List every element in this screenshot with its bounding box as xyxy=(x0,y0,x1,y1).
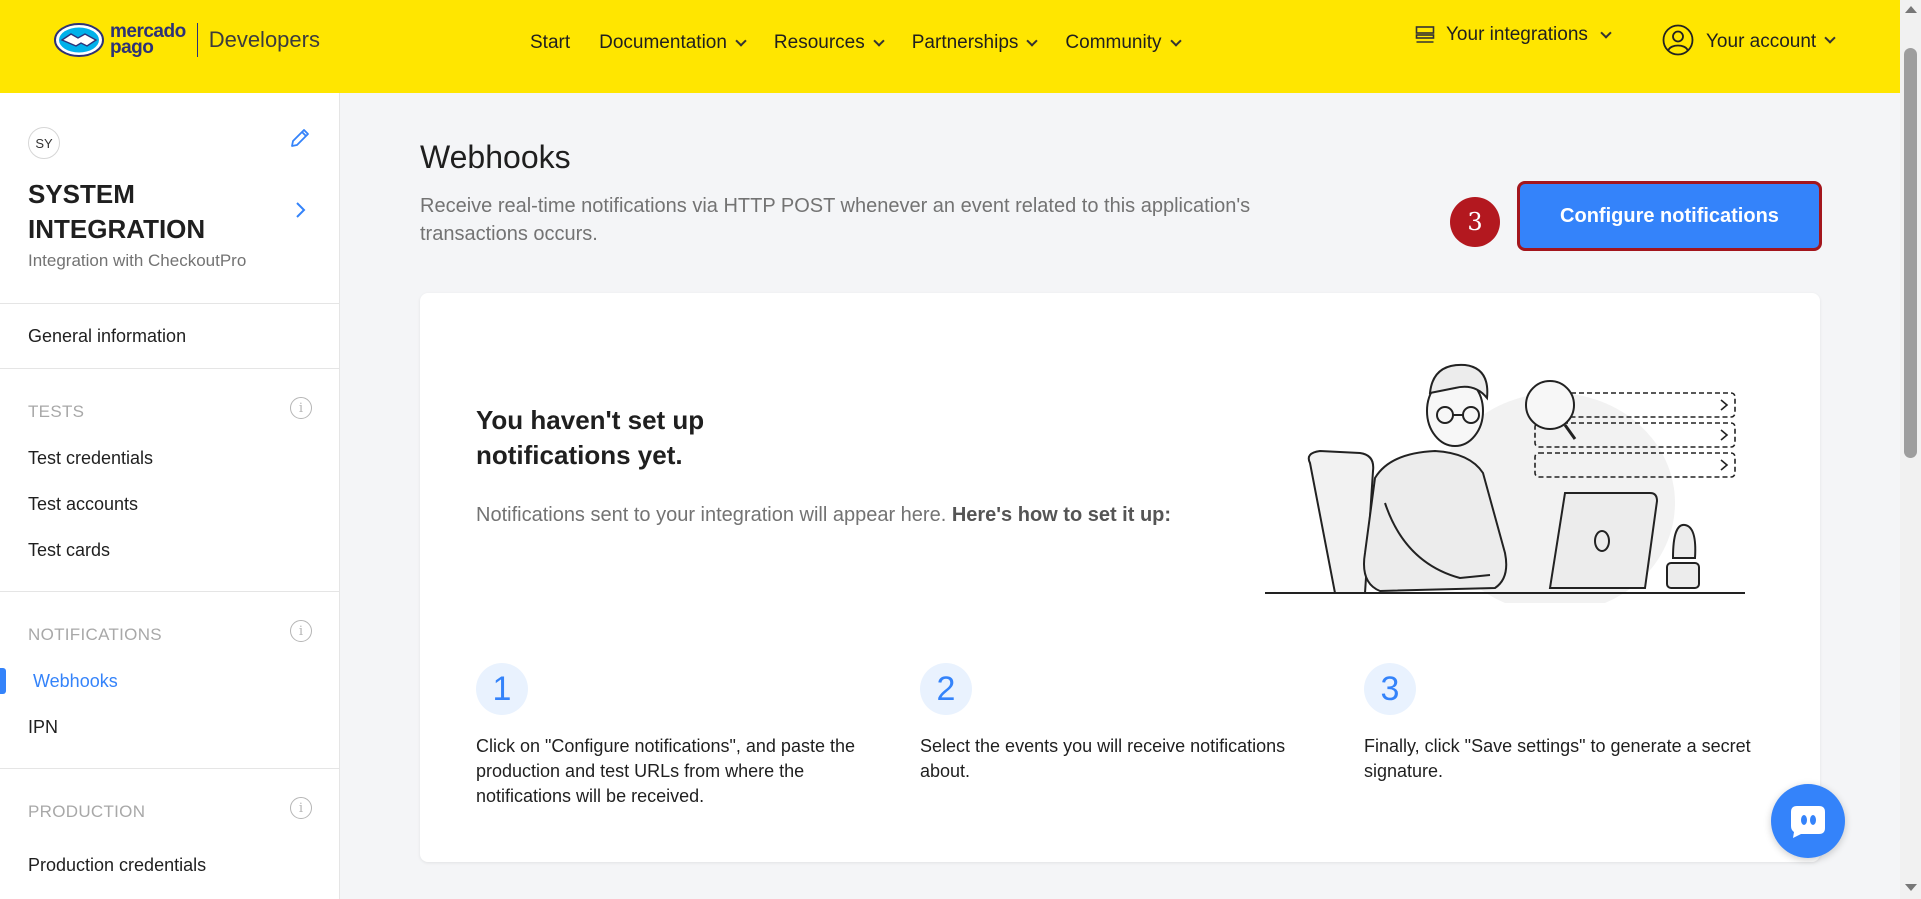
sidebar-item-ipn[interactable]: IPN xyxy=(28,717,58,738)
handshake-logo-icon xyxy=(54,23,104,57)
user-avatar-icon xyxy=(1662,24,1694,56)
your-integrations-label: Your integrations xyxy=(1446,24,1588,45)
mercado-pago-logo[interactable]: mercado pago Developers xyxy=(54,22,320,58)
chevron-down-icon xyxy=(1824,31,1836,44)
step-2: 2 Select the events you will receive not… xyxy=(920,663,1310,784)
sidebar: SY SYSTEM INTEGRATION Integration with C… xyxy=(0,93,340,899)
empty-state-text: Notifications sent to your integration w… xyxy=(476,504,947,526)
sidebar-divider xyxy=(0,591,340,592)
nav-partnerships[interactable]: Partnerships xyxy=(911,32,1039,54)
nav-documentation[interactable]: Documentation xyxy=(599,32,747,54)
configure-notifications-button[interactable]: Configure notifications xyxy=(1517,181,1822,251)
page-description: Receive real-time notifications via HTTP… xyxy=(420,195,1251,245)
logo-wordmark: mercado pago xyxy=(110,22,186,58)
chevron-down-icon xyxy=(1600,26,1612,39)
sidebar-item-test-credentials[interactable]: Test credentials xyxy=(28,448,153,469)
step-number-badge: 3 xyxy=(1450,197,1500,247)
empty-state-title: You haven't set up notifications yet. xyxy=(476,405,705,470)
nav-resources[interactable]: Resources xyxy=(773,32,885,54)
sidebar-item-webhooks[interactable]: Webhooks xyxy=(33,671,118,692)
integrations-icon xyxy=(1415,26,1435,43)
info-icon[interactable]: i xyxy=(290,620,312,642)
scrollbar-thumb[interactable] xyxy=(1904,48,1917,458)
logo-divider xyxy=(196,23,198,57)
step-3-number: 3 xyxy=(1364,663,1416,715)
app-avatar: SY xyxy=(28,127,60,159)
nav-resources-label: Resources xyxy=(773,32,865,53)
step-1: 1 Click on "Configure notifications", an… xyxy=(476,663,866,809)
step-3-text: Finally, click "Save settings" to genera… xyxy=(1364,736,1751,781)
chevron-down-icon xyxy=(873,34,885,47)
nav-community-label: Community xyxy=(1065,32,1162,53)
sidebar-item-test-cards[interactable]: Test cards xyxy=(28,540,110,561)
chevron-down-icon xyxy=(735,34,747,47)
nav-documentation-label: Documentation xyxy=(599,32,727,53)
step-1-number: 1 xyxy=(476,663,528,715)
scroll-down-arrow-icon[interactable] xyxy=(1905,884,1917,891)
chevron-down-icon xyxy=(1169,34,1182,47)
active-indicator xyxy=(0,668,6,694)
sidebar-item-test-accounts[interactable]: Test accounts xyxy=(28,494,138,515)
chat-assistant-button[interactable] xyxy=(1771,784,1845,858)
section-tests-label: TESTS xyxy=(28,402,85,421)
empty-state-description: Notifications sent to your integration w… xyxy=(476,501,1196,529)
your-account-label: Your account xyxy=(1706,31,1817,52)
info-icon[interactable]: i xyxy=(290,397,312,419)
info-icon[interactable]: i xyxy=(290,797,312,819)
app-name: SYSTEM INTEGRATION xyxy=(28,179,206,244)
section-production-label: PRODUCTION xyxy=(28,802,146,821)
edit-pencil-icon[interactable] xyxy=(289,127,311,149)
page-scrollbar[interactable] xyxy=(1900,0,1921,899)
developers-label: Developers xyxy=(208,27,320,52)
empty-state-card: You haven't set up notifications yet. No… xyxy=(420,293,1820,862)
section-notifications-label: NOTIFICATIONS xyxy=(28,625,162,644)
sidebar-item-general-information[interactable]: General information xyxy=(28,326,186,347)
your-integrations-menu[interactable]: Your integrations xyxy=(1415,24,1612,46)
step-3: 3 Finally, click "Save settings" to gene… xyxy=(1364,663,1754,784)
scroll-up-arrow-icon[interactable] xyxy=(1905,6,1917,13)
step-1-text: Click on "Configure notifications", and … xyxy=(476,736,855,806)
nav-community[interactable]: Community xyxy=(1065,32,1182,54)
sidebar-item-production-credentials[interactable]: Production credentials xyxy=(28,855,206,876)
logo-line2: pago xyxy=(110,37,154,58)
nav-start-label: Start xyxy=(530,32,571,53)
main-nav: Start Documentation Resources Partnershi… xyxy=(530,32,1209,54)
app-description: Integration with CheckoutPro xyxy=(28,251,247,270)
chatbot-icon xyxy=(1791,806,1825,838)
chevron-right-icon[interactable] xyxy=(294,200,308,220)
top-header: mercado pago Developers Start Documentat… xyxy=(0,0,1900,93)
page-title: Webhooks xyxy=(420,139,571,175)
empty-state-bold-text: Here's how to set it up: xyxy=(951,504,1172,526)
sidebar-divider xyxy=(0,303,340,304)
step-2-number: 2 xyxy=(920,663,972,715)
chevron-down-icon xyxy=(1026,34,1039,47)
your-account-menu[interactable]: Your account xyxy=(1662,24,1836,56)
step-2-text: Select the events you will receive notif… xyxy=(920,736,1286,781)
sidebar-divider xyxy=(0,368,340,369)
nav-start[interactable]: Start xyxy=(530,32,570,54)
developer-illustration xyxy=(1265,363,1745,603)
sidebar-divider xyxy=(0,768,340,769)
nav-partnerships-label: Partnerships xyxy=(911,32,1019,53)
